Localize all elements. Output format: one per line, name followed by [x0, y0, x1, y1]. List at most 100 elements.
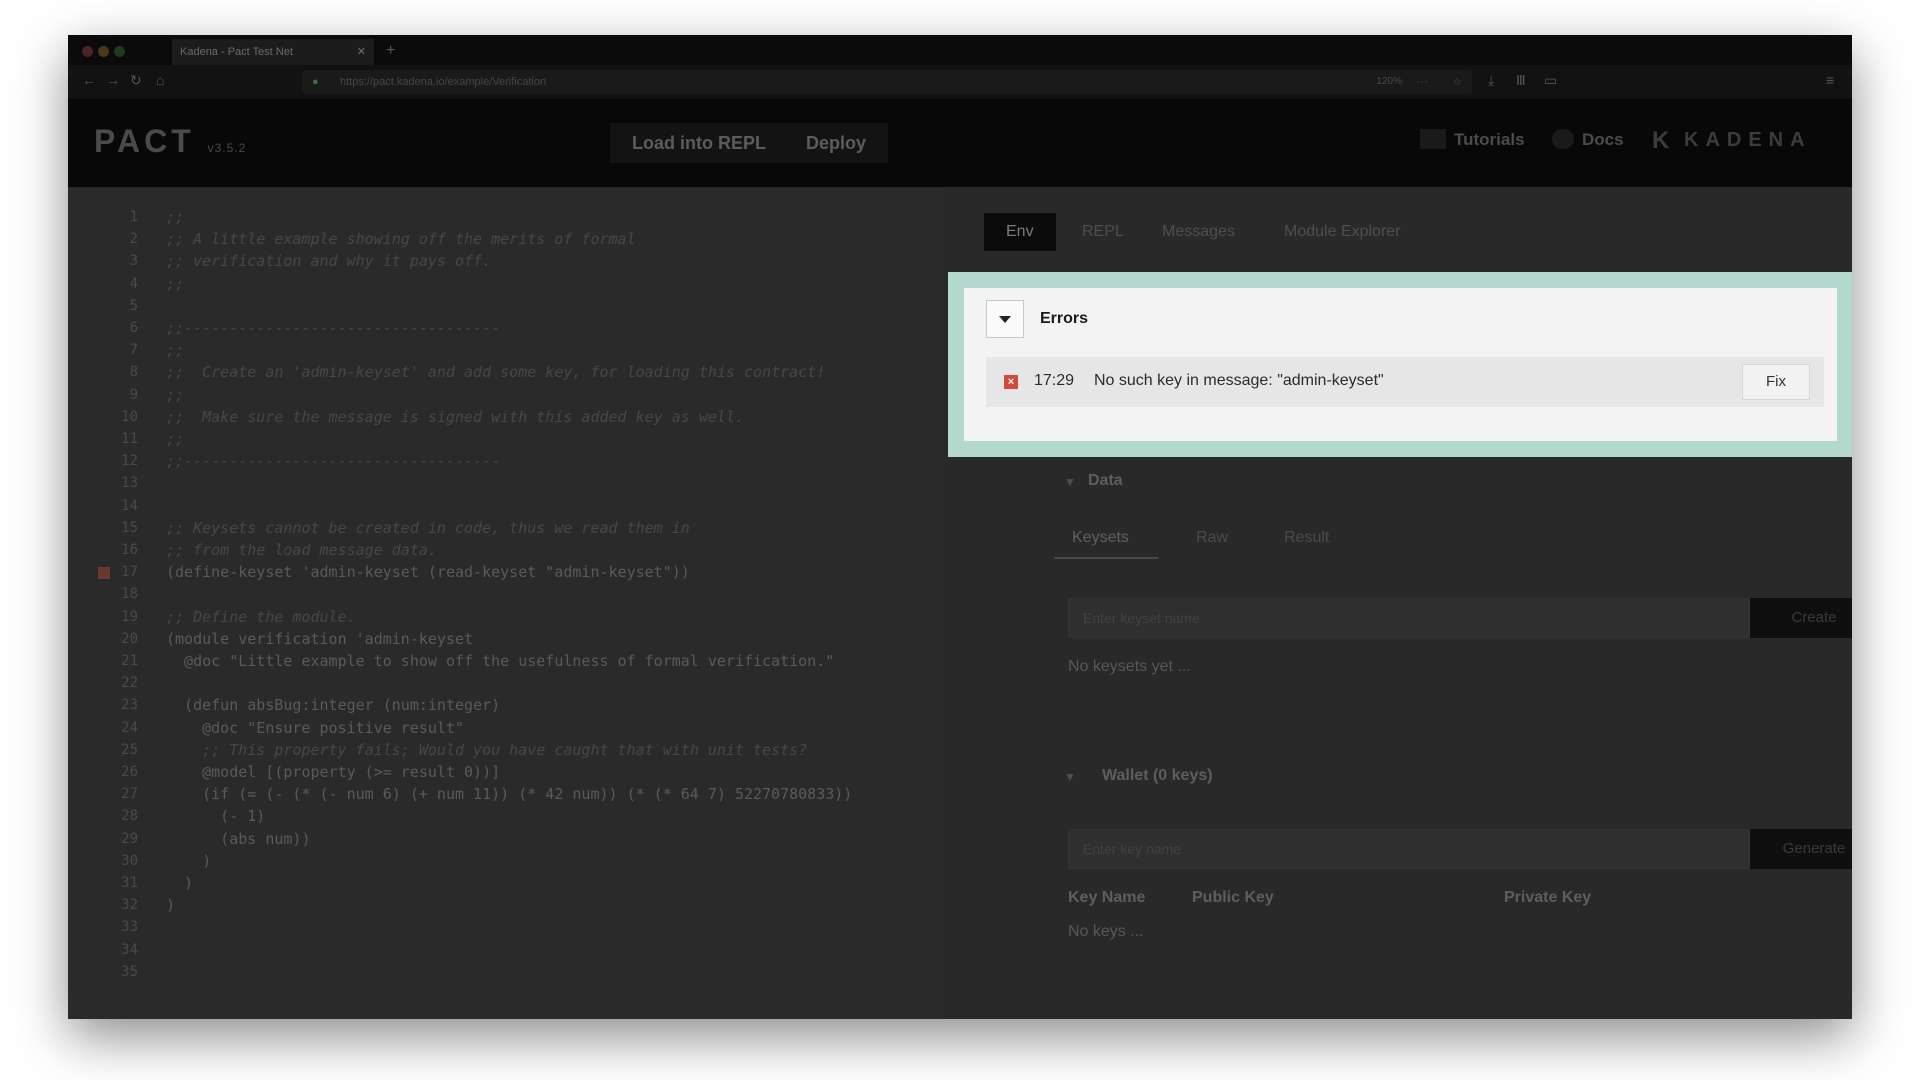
- code-line[interactable]: ;; Define the module.: [166, 608, 356, 626]
- keyset-name-input[interactable]: Enter keyset name: [1068, 598, 1750, 638]
- tutorials-icon: [1420, 129, 1446, 149]
- code-line[interactable]: ;; This property fails; Would you have c…: [166, 741, 807, 759]
- deploy-button[interactable]: Deploy: [784, 123, 889, 163]
- errors-title: Errors: [1040, 310, 1089, 327]
- keys-empty-text: No keys ...: [1068, 923, 1144, 940]
- maximize-window-icon[interactable]: [114, 46, 125, 57]
- code-line[interactable]: ;; Keysets cannot be created in code, th…: [166, 519, 690, 537]
- menu-icon[interactable]: ≡: [1826, 72, 1834, 88]
- wallet-section-title: Wallet (0 keys): [1102, 767, 1213, 784]
- line-number: 33: [121, 919, 138, 936]
- lock-icon: ●: [312, 76, 319, 88]
- code-line[interactable]: @model [(property (>= result 0))]: [166, 763, 500, 781]
- browser-tab[interactable]: Kadena - Pact Test Net ✕: [172, 39, 374, 65]
- code-line[interactable]: ): [166, 852, 211, 870]
- tab-close-icon[interactable]: ✕: [357, 39, 366, 65]
- error-time: 17:29: [1034, 372, 1075, 389]
- logo-text: PACT: [94, 123, 195, 159]
- tab-messages[interactable]: Messages: [1140, 213, 1257, 251]
- line-number: 16: [121, 542, 138, 558]
- url-bar[interactable]: ● https://pact.kadena.io/example/Verific…: [302, 70, 1472, 94]
- code-line[interactable]: (- 1): [166, 807, 265, 825]
- line-number: 20: [121, 630, 138, 647]
- code-line[interactable]: (defun absBug:integer (num:integer): [166, 696, 500, 714]
- generate-key-button[interactable]: Generate: [1750, 829, 1852, 869]
- code-line[interactable]: ;;: [166, 208, 184, 226]
- create-keyset-button[interactable]: Create: [1750, 598, 1852, 638]
- line-number: 6: [129, 320, 138, 336]
- column-key-name: Key Name: [1068, 889, 1146, 906]
- tab-env[interactable]: Env: [984, 213, 1056, 251]
- code-line[interactable]: (abs num)): [166, 830, 310, 848]
- code-line[interactable]: ): [166, 874, 193, 892]
- subtab-keysets-underline: [1054, 557, 1158, 559]
- line-number: 4: [129, 275, 138, 292]
- forward-icon[interactable]: →: [106, 72, 120, 88]
- line-number: 28: [121, 808, 138, 825]
- wallet-collapse-icon[interactable]: ▼: [1064, 770, 1076, 784]
- navigation-bar: ← → ↻ ⌂ ● https://pact.kadena.io/example…: [68, 65, 1852, 99]
- browser-window: Kadena - Pact Test Net ✕ + ← → ↻ ⌂ ● htt…: [68, 35, 1852, 1019]
- code-line[interactable]: @doc "Little example to show off the use…: [166, 652, 834, 670]
- reload-icon[interactable]: ↻: [130, 72, 142, 89]
- code-line[interactable]: ;;: [166, 430, 184, 448]
- line-number: 15: [121, 519, 138, 536]
- error-marker-icon[interactable]: [98, 567, 110, 580]
- bookmark-star-icon[interactable]: ☆: [1452, 70, 1462, 94]
- data-section-title: Data: [1088, 472, 1123, 489]
- line-number: 34: [121, 941, 138, 958]
- code-line[interactable]: ): [166, 896, 175, 914]
- error-row: × 17:29 No such key in message: "admin-k…: [986, 357, 1824, 407]
- code-line[interactable]: ;; Create an 'admin-keyset' and add some…: [166, 363, 825, 381]
- data-collapse-icon[interactable]: ▼: [1064, 475, 1076, 489]
- tab-repl[interactable]: REPL: [1060, 213, 1146, 251]
- sidebar-icon[interactable]: ▭: [1544, 72, 1557, 89]
- subtab-result[interactable]: Result: [1284, 529, 1329, 547]
- close-window-icon[interactable]: [82, 46, 93, 57]
- code-line[interactable]: ;;: [166, 386, 184, 404]
- line-number: 8: [129, 364, 138, 381]
- library-icon[interactable]: Ⅲ: [1516, 72, 1526, 89]
- errors-panel: Errors × 17:29 No such key in message: "…: [964, 288, 1837, 441]
- new-tab-button[interactable]: +: [386, 39, 395, 63]
- code-line[interactable]: ;; A little example showing off the meri…: [166, 230, 636, 248]
- code-editor[interactable]: 1;; 2 ;; A little example showing off the …: [68, 187, 944, 1019]
- code-line[interactable]: ;;-----------------------------------: [166, 452, 500, 470]
- code-line[interactable]: (if (= (- (* (- num 6) (+ num 11)) (* 42…: [166, 785, 852, 803]
- back-icon[interactable]: ←: [82, 72, 96, 88]
- code-line[interactable]: ;; verification and why it pays off.: [166, 252, 491, 270]
- line-number: 35: [121, 963, 138, 980]
- line-number: 25: [121, 741, 138, 758]
- docs-link[interactable]: Docs: [1582, 130, 1624, 150]
- code-line[interactable]: ;; Make sure the message is signed with …: [166, 408, 744, 426]
- title-bar: Kadena - Pact Test Net ✕ +: [68, 35, 1852, 65]
- line-number: 2: [129, 231, 138, 248]
- tab-module-explorer[interactable]: Module Explorer: [1262, 213, 1423, 251]
- app-header: PACT v3.5.2 Load into REPL Deploy Tutori…: [68, 99, 1852, 187]
- fix-button[interactable]: Fix: [1742, 364, 1810, 400]
- errors-collapse-button[interactable]: [986, 300, 1024, 338]
- key-name-input[interactable]: Enter key name: [1068, 829, 1750, 869]
- subtab-keysets[interactable]: Keysets: [1072, 529, 1129, 547]
- line-number: 9: [129, 386, 138, 403]
- code-line[interactable]: ;;: [166, 341, 184, 359]
- code-line[interactable]: ;;-----------------------------------: [166, 319, 500, 337]
- code-line[interactable]: (module verification 'admin-keyset: [166, 630, 473, 648]
- code-line[interactable]: @doc "Ensure positive result": [166, 719, 464, 737]
- error-x-icon: ×: [1004, 375, 1018, 389]
- column-public-key: Public Key: [1192, 889, 1274, 906]
- subtab-raw[interactable]: Raw: [1196, 529, 1228, 547]
- tutorials-link[interactable]: Tutorials: [1454, 130, 1525, 150]
- code-line[interactable]: ;; from the load message data.: [166, 541, 437, 559]
- page-actions-icon[interactable]: ···: [1417, 70, 1428, 94]
- download-icon[interactable]: ⤓: [1488, 72, 1494, 89]
- line-number: 30: [121, 852, 138, 869]
- line-number: 11: [121, 431, 138, 447]
- kadena-logo-icon: K: [1652, 127, 1670, 154]
- load-into-repl-button[interactable]: Load into REPL: [610, 123, 788, 163]
- code-line[interactable]: ;;: [166, 275, 184, 293]
- zoom-level[interactable]: 120%: [1376, 70, 1402, 94]
- minimize-window-icon[interactable]: [98, 46, 109, 57]
- code-line[interactable]: (define-keyset 'admin-keyset (read-keyse…: [166, 563, 690, 581]
- home-icon[interactable]: ⌂: [156, 72, 164, 88]
